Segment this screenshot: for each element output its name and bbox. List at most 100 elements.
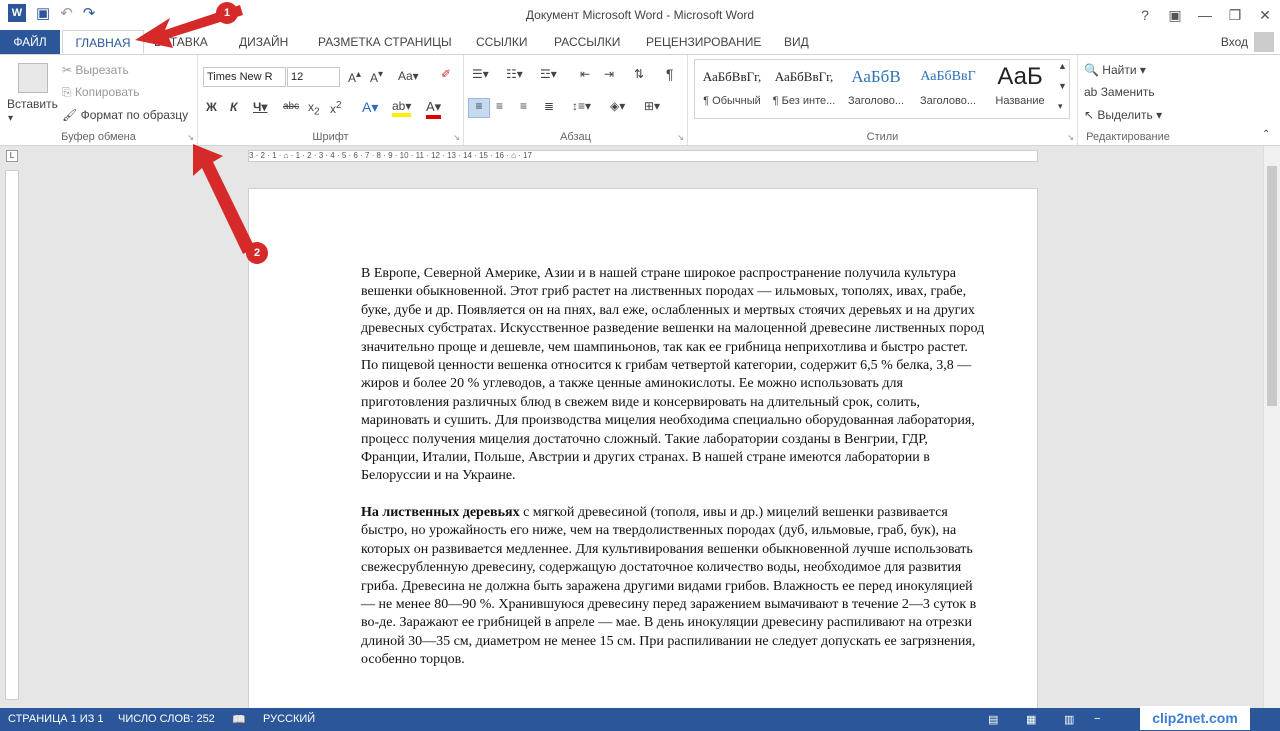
document-body[interactable]: В Европе, Северной Америке, Азии и в наш… xyxy=(361,265,985,688)
proofing-icon[interactable]: 📖 xyxy=(232,713,246,726)
help-button[interactable]: ? xyxy=(1130,0,1160,30)
styles-group: АаБбВвГг, ¶ Обычный АаБбВвГг, ¶ Без инте… xyxy=(688,55,1078,145)
sort-icon[interactable]: ⇅ xyxy=(634,67,644,81)
bullets-icon[interactable]: ☰▾ xyxy=(472,67,489,81)
annotation-badge-2: 2 xyxy=(246,242,268,264)
replace-label: Заменить xyxy=(1100,85,1155,99)
style-normal-sample: АаБбВвГг, xyxy=(702,69,762,84)
line-spacing-icon[interactable]: ↕≡▾ xyxy=(572,99,591,113)
document-page[interactable]: В Европе, Северной Америке, Азии и в наш… xyxy=(248,188,1038,718)
find-button[interactable]: 🔍 Найти ▾ xyxy=(1084,63,1146,77)
tab-design[interactable]: ДИЗАЙН xyxy=(239,30,288,54)
horizontal-ruler[interactable]: 3 · 2 · 1 · ⌂ · 1 · 2 · 3 · 4 · 5 · 6 · … xyxy=(248,150,1038,162)
shrink-font-icon[interactable]: A▾ xyxy=(370,69,383,85)
numbering-icon[interactable]: ☷▾ xyxy=(506,67,523,81)
word-count[interactable]: ЧИСЛО СЛОВ: 252 xyxy=(118,713,215,725)
change-case-icon[interactable]: Aa▾ xyxy=(398,69,419,83)
paragraph-group-label: Абзац xyxy=(560,131,591,143)
text-effects-icon[interactable]: A▾ xyxy=(362,99,378,116)
avatar[interactable] xyxy=(1254,32,1274,52)
paragraph-2[interactable]: На лиственных деревьях с мягкой древесин… xyxy=(361,504,985,670)
editing-group-label: Редактирование xyxy=(1086,131,1170,143)
tab-mailings[interactable]: РАССЫЛКИ xyxy=(554,30,620,54)
copy-button[interactable]: ⎘ Копировать xyxy=(62,85,140,100)
align-left-icon[interactable]: ≡ xyxy=(468,98,490,118)
tab-review[interactable]: РЕЦЕНЗИРОВАНИЕ xyxy=(646,30,761,54)
tab-layout[interactable]: РАЗМЕТКА СТРАНИЦЫ xyxy=(318,30,452,54)
justify-icon[interactable]: ≣ xyxy=(544,99,554,113)
show-marks-icon[interactable]: ¶ xyxy=(666,66,674,82)
maximize-button[interactable]: ❐ xyxy=(1220,0,1250,30)
subscript-icon[interactable]: x2 xyxy=(308,100,320,117)
replace-button[interactable]: ab Заменить xyxy=(1084,85,1155,99)
read-mode-icon[interactable]: ▤ xyxy=(988,713,998,726)
tab-selector-icon[interactable]: L xyxy=(6,150,18,162)
collapse-ribbon-icon[interactable]: ⌃ xyxy=(1262,129,1270,140)
tab-file[interactable]: ФАЙЛ xyxy=(0,30,60,54)
format-painter-button[interactable]: 🖌 Формат по образцу xyxy=(62,108,188,122)
shading-icon[interactable]: ◈▾ xyxy=(610,99,625,113)
select-label: Выделить xyxy=(1097,108,1153,122)
ribbon: Вставить ▾ ✂ Вырезать ⎘ Копировать 🖌 Фор… xyxy=(0,54,1280,146)
minimize-button[interactable]: — xyxy=(1190,0,1220,30)
paragraph-2-text: с мягкой древесиной (тополя, ивы и др.) … xyxy=(361,504,977,668)
styles-scroll-down-icon[interactable]: ▼ xyxy=(1058,81,1067,91)
styles-more-icon[interactable]: ▾ xyxy=(1058,101,1063,112)
select-button[interactable]: ↖ Выделить ▾ xyxy=(1084,108,1162,122)
style-title[interactable]: АаБ Название xyxy=(984,59,1056,115)
copy-label: Копировать xyxy=(74,85,140,99)
italic-icon[interactable]: К xyxy=(230,100,237,114)
paste-dropdown-icon[interactable]: ▾ xyxy=(8,113,13,124)
increase-indent-icon[interactable]: ⇥ xyxy=(604,67,614,81)
bold-icon[interactable]: Ж xyxy=(206,100,217,114)
page-count[interactable]: СТРАНИЦА 1 ИЗ 1 xyxy=(8,713,104,725)
font-launcher-icon[interactable]: ↘ xyxy=(453,133,460,142)
strikethrough-icon[interactable]: abc xyxy=(283,101,299,112)
tab-references[interactable]: ССЫЛКИ xyxy=(476,30,527,54)
paste-button[interactable]: Вставить xyxy=(7,97,58,111)
clipboard-group-label: Буфер обмена xyxy=(61,131,136,143)
vertical-ruler[interactable] xyxy=(5,170,19,700)
ribbon-display-button[interactable]: ▣ xyxy=(1160,0,1190,30)
style-heading2[interactable]: АаБбВвГ Заголово... xyxy=(912,59,984,115)
styles-group-label: Стили xyxy=(866,131,899,143)
multilevel-list-icon[interactable]: ☲▾ xyxy=(540,67,557,81)
style-normal[interactable]: АаБбВвГг, ¶ Обычный xyxy=(696,59,768,115)
close-button[interactable]: ✕ xyxy=(1250,0,1280,30)
style-no-spacing[interactable]: АаБбВвГг, ¶ Без инте... xyxy=(768,59,840,115)
grow-font-icon[interactable]: A▴ xyxy=(348,69,361,85)
paste-icon[interactable] xyxy=(18,63,48,93)
paragraph-group: ☰▾ ☷▾ ☲▾ ⇤ ⇥ ⇅ ¶ ≡ ≡ ≡ ≣ ↕≡▾ ◈▾ ⊞▾ Абзац… xyxy=(464,55,688,145)
superscript-icon[interactable]: x2 xyxy=(330,100,342,116)
zoom-out-icon[interactable]: − xyxy=(1094,713,1100,725)
style-heading1-name: Заголово... xyxy=(847,95,905,107)
underline-icon[interactable]: Ч▾ xyxy=(253,100,267,114)
paragraph-2-bold: На лиственных деревьях xyxy=(361,504,520,520)
decrease-indent-icon[interactable]: ⇤ xyxy=(580,67,590,81)
sign-in-link[interactable]: Вход xyxy=(1221,30,1248,54)
borders-icon[interactable]: ⊞▾ xyxy=(644,99,660,113)
style-heading1[interactable]: АаБбВ Заголово... xyxy=(840,59,912,115)
arrow-2-shape xyxy=(193,144,255,254)
clear-format-icon[interactable]: ✐ xyxy=(441,67,451,81)
styles-launcher-icon[interactable]: ↘ xyxy=(1067,133,1074,142)
cut-label: Вырезать xyxy=(75,63,129,77)
ruler-marks: 3 · 2 · 1 · ⌂ · 1 · 2 · 3 · 4 · 5 · 6 · … xyxy=(249,151,532,160)
font-size-combo[interactable]: 12 xyxy=(287,67,340,87)
scrollbar-thumb[interactable] xyxy=(1267,166,1277,406)
align-right-icon[interactable]: ≡ xyxy=(520,99,527,113)
tab-view[interactable]: ВИД xyxy=(784,30,809,54)
web-layout-icon[interactable]: ▥ xyxy=(1064,713,1074,726)
styles-scroll-up-icon[interactable]: ▲ xyxy=(1058,61,1067,71)
paragraph-1[interactable]: В Европе, Северной Америке, Азии и в наш… xyxy=(361,265,985,486)
language-status[interactable]: РУССКИЙ xyxy=(263,713,315,725)
font-name-combo[interactable]: Times New R xyxy=(203,67,286,87)
highlight-icon[interactable]: ab▾ xyxy=(392,99,412,117)
print-layout-icon[interactable]: ▦ xyxy=(1026,713,1036,726)
cut-button[interactable]: ✂ Вырезать xyxy=(62,63,129,77)
vertical-scrollbar[interactable] xyxy=(1263,146,1280,708)
paragraph-launcher-icon[interactable]: ↘ xyxy=(677,133,684,142)
editing-group: 🔍 Найти ▾ ab Заменить ↖ Выделить ▾ Редак… xyxy=(1078,55,1178,145)
align-center-icon[interactable]: ≡ xyxy=(496,99,503,113)
font-color-icon[interactable]: A▾ xyxy=(426,99,442,119)
